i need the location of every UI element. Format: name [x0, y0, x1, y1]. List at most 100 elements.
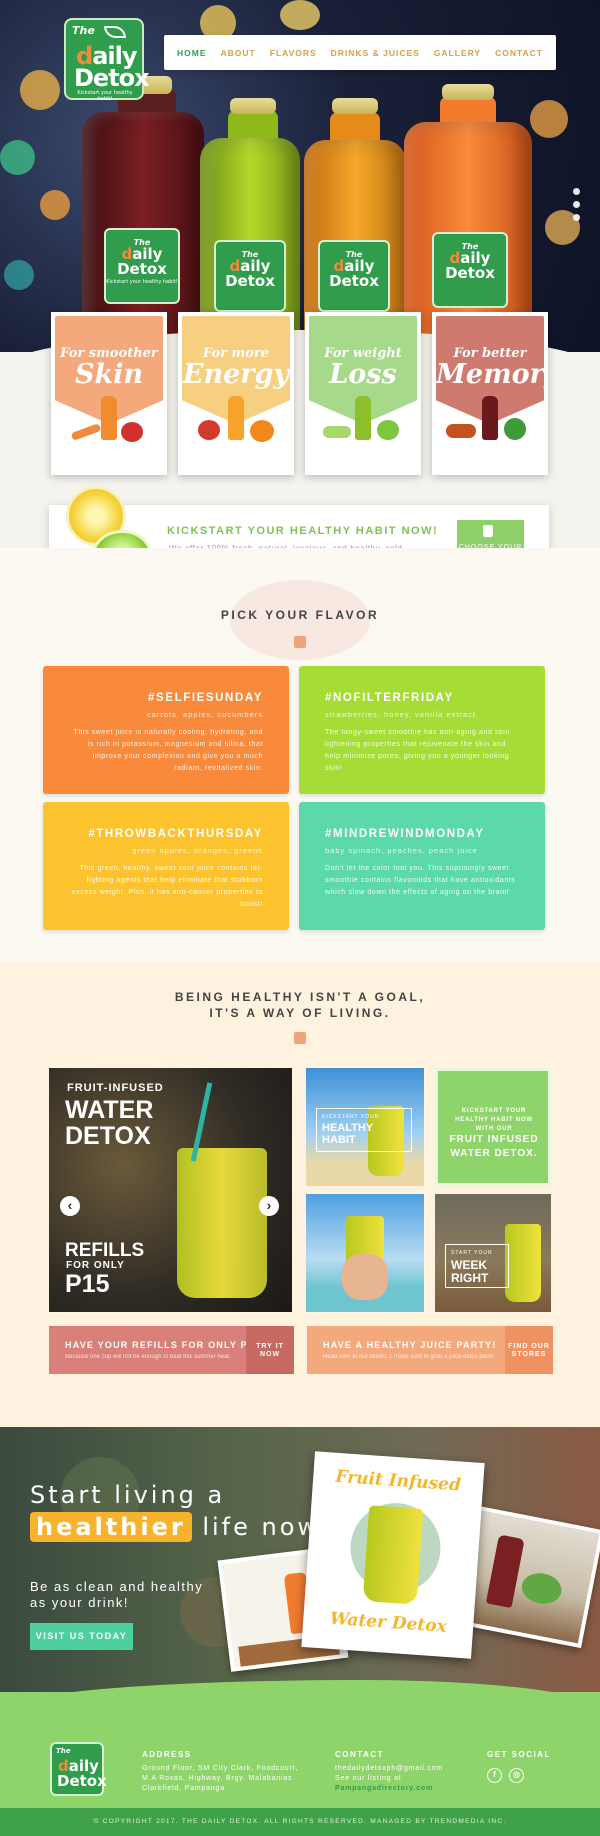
slider-line2: WATER: [65, 1096, 154, 1124]
bottle-label: The daily Detox: [432, 232, 508, 308]
flavor-tag: #NOFILTERFRIDAY: [325, 692, 454, 704]
nav-flavors[interactable]: FLAVORS: [270, 48, 317, 58]
orange-icon: [250, 420, 274, 442]
juice-party-promo-bar: HAVE A HEALTHY JUICE PARTY! Head over to…: [307, 1326, 553, 1374]
flavor-card-throwbackthursday[interactable]: #THROWBACKTHURSDAY green apples, oranges…: [43, 802, 289, 930]
benefit-card-energy[interactable]: For more Energy: [178, 312, 294, 475]
cta-sub-line1: Be as clean and healthy: [30, 1579, 204, 1594]
nav-contact[interactable]: CONTACT: [495, 48, 543, 58]
instagram-icon[interactable]: ◎: [509, 1768, 524, 1783]
detox-cup-image: [362, 1505, 424, 1605]
bottle-cap: [332, 98, 378, 114]
footer-directory-link[interactable]: Pampangadirectory.com: [335, 1784, 433, 1794]
flavor-description: This sweet juice is naturally cooling, h…: [73, 729, 263, 772]
nav-home[interactable]: HOME: [177, 48, 207, 58]
hand-cup-photo-tile[interactable]: [306, 1194, 424, 1312]
bokeh-light: [0, 140, 35, 175]
flavor-ingredients: baby spinach, peaches, peach juice: [325, 846, 478, 855]
tile-text-small: KICKSTART YOUR: [322, 1114, 380, 1120]
flavor-description: This green, healthy, sweet sour juice co…: [71, 865, 263, 908]
water-detox-slider[interactable]: FRUIT-INFUSED WATER DETOX REFILLS FOR ON…: [49, 1068, 292, 1312]
footer-listing-text: See our listing at: [335, 1775, 402, 1782]
hand-image: [342, 1254, 388, 1300]
footer-logo-detox: Detox: [57, 1772, 107, 1790]
cucumber-icon: [323, 426, 351, 438]
footer-social-title: GET SOCIAL: [487, 1750, 551, 1759]
benefit-line1: For weight: [324, 346, 402, 361]
nav-about[interactable]: ABOUT: [220, 48, 255, 58]
cup-icon: [483, 525, 493, 537]
cta-headline-rest: life now.: [191, 1513, 329, 1541]
cta-headline-line1: Start living a: [30, 1481, 226, 1509]
benefit-line2: Energy: [182, 359, 290, 390]
flavor-card-mindrewindmonday[interactable]: #MINDREWINDMONDAY baby spinach, peaches,…: [299, 802, 545, 930]
action-line1: TRY IT: [256, 1343, 284, 1350]
water-detox-promo-tile[interactable]: KICKSTART YOUR HEALTHY HABIT NOW WITH OU…: [435, 1068, 551, 1186]
tile-text-big: HEALTHY: [322, 1122, 374, 1134]
benefit-card-memory[interactable]: For better Memory: [432, 312, 548, 475]
tile-text-big: HABIT: [322, 1134, 356, 1146]
benefit-line2: Loss: [329, 359, 397, 390]
flavor-description: The tangy-sweet smoothie has anti-aging …: [325, 729, 510, 772]
bottle-label: The daily Detox: [214, 240, 286, 312]
action-line1: FIND OUR: [508, 1343, 550, 1350]
nav-drinks-juices[interactable]: DRINKS & JUICES: [331, 48, 420, 58]
juice-cup-icon: [294, 636, 306, 648]
flavors-title: PICK YOUR FLAVOR: [220, 608, 380, 622]
mini-bottle-icon: [482, 396, 498, 440]
leaf-icon: [104, 26, 126, 38]
refill-promo-bar: HAVE YOUR REFILLS FOR ONLY P15! Because …: [49, 1326, 294, 1374]
nav-gallery[interactable]: GALLERY: [434, 48, 481, 58]
visit-us-today-button[interactable]: VISIT US TODAY: [30, 1623, 133, 1650]
benefit-line2: Memory: [436, 359, 560, 390]
tile-text-big: WEEK: [451, 1258, 487, 1272]
bokeh-light: [530, 100, 568, 138]
healthy-title-line2: IT'S A WAY OF LIVING.: [209, 1006, 391, 1020]
beach-photo-tile[interactable]: KICKSTART YOUR HEALTHY HABIT: [306, 1068, 424, 1186]
site-footer: The daily Detox ADDRESS Ground Floor, SM…: [0, 1692, 600, 1810]
benefit-card-skin[interactable]: For smoother Skin: [51, 312, 167, 475]
flavor-description: Don't let the color fool you. This supri…: [325, 865, 516, 896]
try-it-now-button[interactable]: TRY IT NOW: [246, 1326, 294, 1374]
footer-email-link[interactable]: thedailydetoxph@gmail.com: [335, 1764, 443, 1774]
site-logo[interactable]: The daily Detox Kickstart your healthy h…: [64, 18, 150, 102]
slider-next-arrow[interactable]: ›: [259, 1196, 279, 1216]
poster-title-bottom: Water Detox: [329, 1608, 448, 1637]
benefit-line1: For more: [202, 346, 270, 361]
promo-tile-big: FRUIT INFUSED WATER DETOX.: [449, 1134, 539, 1159]
flavor-card-selfiesunday[interactable]: #SELFIESUNDAY carrots, apples, cucumbers…: [43, 666, 289, 794]
bottle-cap: [230, 98, 276, 114]
detox-cup-image: [505, 1224, 541, 1302]
promo-tile-small: KICKSTART YOUR HEALTHY HABIT NOW WITH OU…: [455, 1108, 533, 1132]
promo-title: HAVE A HEALTHY JUICE PARTY!: [323, 1340, 497, 1350]
flavor-ingredients: green apples, oranges, greens: [132, 846, 263, 855]
slider-dots[interactable]: [573, 188, 583, 227]
benefit-line2: Skin: [74, 359, 144, 390]
facebook-icon[interactable]: f: [487, 1768, 502, 1783]
juice-cup-icon: [294, 1032, 306, 1044]
week-right-photo-tile[interactable]: START YOUR WEEK RIGHT: [435, 1194, 551, 1312]
bokeh-light: [20, 70, 60, 110]
slider-line3: DETOX: [65, 1122, 151, 1150]
promo-subtext: Because one cup will not be enough to be…: [65, 1354, 231, 1360]
flavor-card-nofilterfriday[interactable]: #NOFILTERFRIDAY strawberries, honey, van…: [299, 666, 545, 794]
healthy-title-line1: BEING HEALTHY ISN'T A GOAL,: [174, 990, 426, 1004]
cta-highlight-word: healthier: [30, 1512, 192, 1542]
footer-logo[interactable]: The daily Detox: [50, 1742, 107, 1796]
footer-logo-the: The: [56, 1747, 71, 1755]
sweet-potato-icon: [446, 424, 476, 438]
fruit-infused-poster: Fruit Infused Water Detox: [301, 1451, 485, 1659]
main-nav: HOME ABOUT FLAVORS DRINKS & JUICES GALLE…: [164, 35, 556, 70]
footer-address: Ground Floor, SM City Clark, Foodcourt, …: [142, 1765, 299, 1792]
flavor-tag: #SELFIESUNDAY: [148, 692, 263, 704]
logo-tagline: Kickstart your healthy habit!: [77, 90, 133, 102]
flavor-ingredients: carrots, apples, cucumbers: [146, 710, 263, 719]
find-our-stores-button[interactable]: FIND OUR STORES: [505, 1326, 553, 1374]
celery-image: [519, 1569, 565, 1608]
benefit-card-weight-loss[interactable]: For weight Loss: [305, 312, 421, 475]
mini-bottle-icon: [228, 396, 244, 440]
slider-prev-arrow[interactable]: ‹: [60, 1196, 80, 1216]
bokeh-light: [280, 0, 320, 30]
slider-line1: FRUIT-INFUSED: [67, 1082, 164, 1094]
footer-address-title: ADDRESS: [142, 1750, 192, 1759]
